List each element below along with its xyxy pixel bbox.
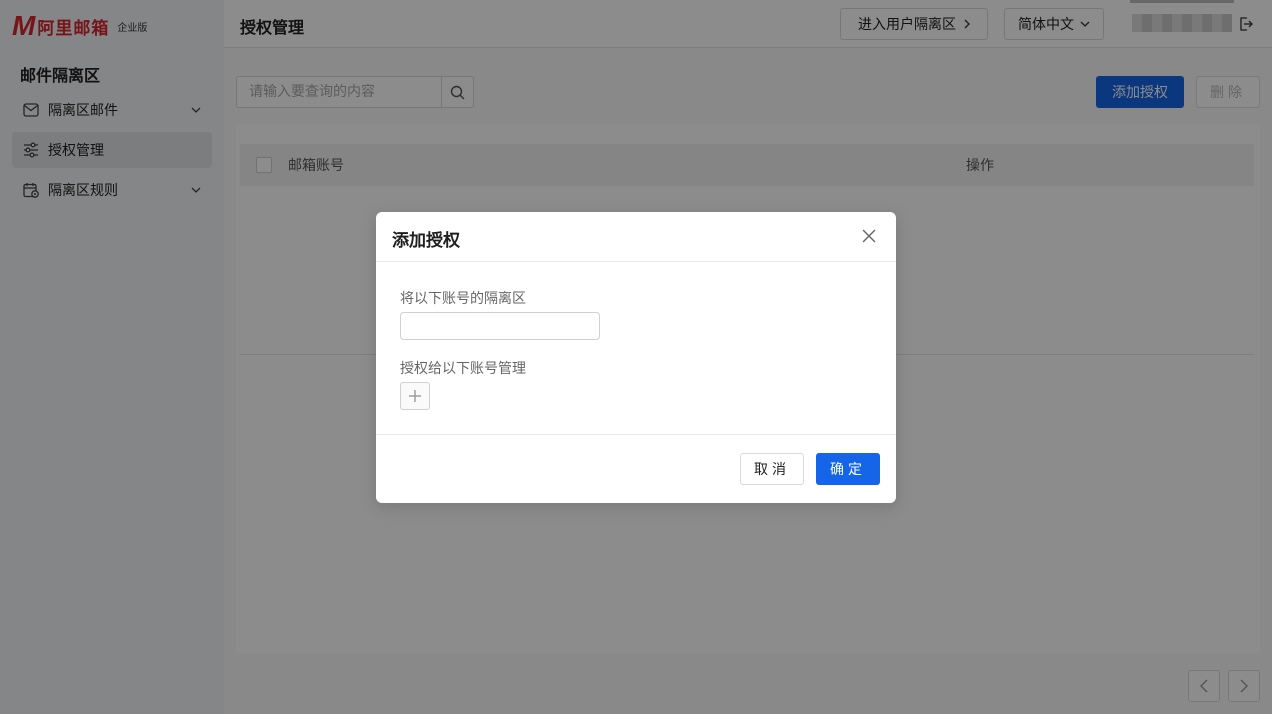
dialog-footer: 取消 确定: [376, 434, 896, 503]
add-authorization-dialog: 添加授权 将以下账号的隔离区 授权给以下账号管理 取消 确定: [376, 212, 896, 503]
source-account-input[interactable]: [400, 312, 600, 340]
dialog-body: 将以下账号的隔离区 授权给以下账号管理: [376, 262, 896, 434]
cancel-button[interactable]: 取消: [740, 453, 804, 485]
close-icon[interactable]: [862, 229, 878, 245]
dialog-title: 添加授权: [392, 231, 460, 251]
plus-icon: [408, 389, 422, 403]
target-account-label: 授权给以下账号管理: [400, 361, 526, 377]
app: M 阿里邮箱 企业版 邮件隔离区 隔离区邮件 授权管理 隔离区规则 授权管理 进…: [0, 0, 1272, 714]
source-account-label: 将以下账号的隔离区: [400, 291, 526, 307]
confirm-button[interactable]: 确定: [816, 453, 880, 485]
add-account-button[interactable]: [400, 382, 430, 410]
dialog-header: 添加授权: [376, 212, 896, 262]
